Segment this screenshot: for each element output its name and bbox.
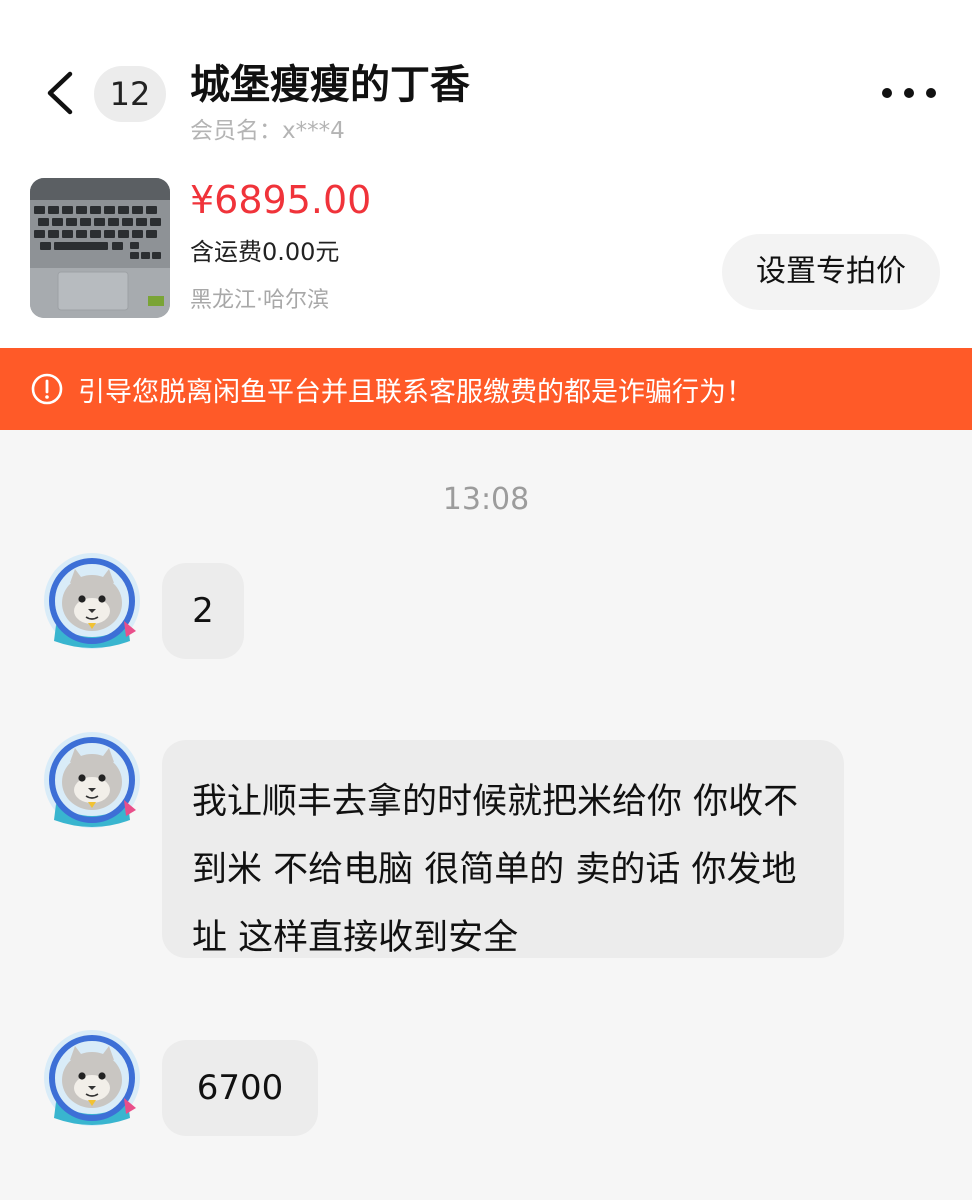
shipping-fee: 含运费0.00元 [190, 238, 340, 266]
laptop-keyboard-image [30, 178, 170, 318]
seller-location: 黑龙江·哈尔滨 [190, 288, 329, 313]
cat-astronaut-avatar-icon [44, 732, 140, 828]
member-name: 会员名：x***4 [190, 118, 345, 144]
more-dots-icon [882, 88, 936, 98]
sender-avatar[interactable] [42, 730, 142, 830]
message-timestamp: 13:08 [442, 482, 530, 517]
warning-text: 引导您脱离闲鱼平台并且联系客服缴费的都是诈骗行为！ [78, 377, 753, 408]
exclamation-circle-icon [31, 373, 63, 405]
message-bubble[interactable]: 我让顺丰去拿的时候就把米给你 你收不到米 不给电脑 很简单的 卖的话 你发地址 … [162, 740, 844, 958]
cat-astronaut-avatar-icon [44, 553, 140, 649]
contact-name: 城堡瘦瘦的丁香 [190, 62, 470, 108]
set-special-price-button[interactable]: 设置专拍价 [722, 234, 940, 310]
cat-astronaut-avatar-icon [44, 1030, 140, 1126]
product-price: ¥6895.00 [190, 178, 372, 222]
chevron-left-icon [47, 71, 73, 115]
sender-avatar[interactable] [42, 551, 142, 651]
fraud-warning-banner: 引导您脱离闲鱼平台并且联系客服缴费的都是诈骗行为！ [0, 348, 972, 430]
sender-avatar[interactable] [42, 1028, 142, 1128]
chat-header: 12 城堡瘦瘦的丁香 会员名：x***4 ¥6895.00 含运费0.00元 黑… [0, 0, 972, 348]
product-thumbnail[interactable] [30, 178, 170, 318]
message-bubble[interactable]: 6700 [162, 1040, 318, 1136]
message-bubble[interactable]: 2 [162, 563, 244, 659]
more-button[interactable] [874, 78, 944, 108]
back-button[interactable] [40, 68, 84, 118]
unread-count-badge[interactable]: 12 [94, 66, 166, 122]
